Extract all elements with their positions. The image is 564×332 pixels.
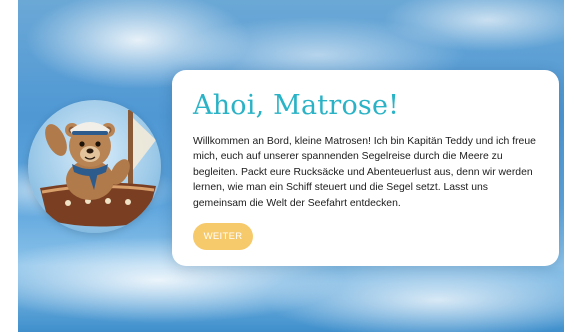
continue-button[interactable]: WEITER: [193, 223, 253, 250]
card-text: Willkommen an Bord, kleine Matrosen! Ich…: [193, 136, 536, 209]
card-title: Ahoi, Matrose!: [193, 90, 400, 121]
teddy-captain-icon: [40, 110, 156, 227]
teddy-captain-avatar: [28, 100, 161, 233]
sky-background: Ahoi, Matrose! Willkommen an Bord, klein…: [18, 0, 564, 332]
welcome-card: Ahoi, Matrose! Willkommen an Bord, klein…: [172, 70, 559, 266]
